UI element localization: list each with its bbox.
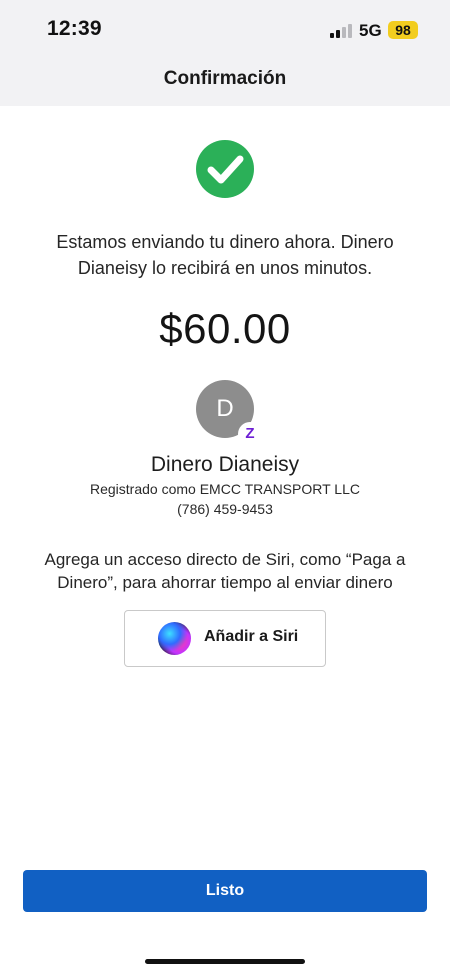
add-to-siri-button[interactable]: Añadir a Siri xyxy=(124,610,326,667)
cellular-signal-icon xyxy=(330,24,352,38)
zelle-icon: Z xyxy=(238,422,262,446)
confirmation-message: Estamos enviando tu dinero ahora. Dinero… xyxy=(56,232,394,278)
add-to-siri-label: Añadir a Siri xyxy=(204,628,299,645)
siri-prompt: Agrega un acceso directo de Siri, como “… xyxy=(44,550,406,592)
check-icon xyxy=(196,140,254,198)
home-indicator[interactable] xyxy=(145,959,305,964)
siri-icon xyxy=(158,622,191,655)
done-button[interactable]: Listo xyxy=(23,870,427,912)
recipient-registered-name: Registrado como EMCC TRANSPORT LLC xyxy=(90,481,360,497)
network-type: 5G xyxy=(359,21,382,40)
recipient-name: Dinero Dianeisy xyxy=(150,453,300,476)
recipient-phone: (786) 459-9453 xyxy=(177,501,273,517)
status-bar: 12:39 5G 98 xyxy=(0,0,450,58)
amount-sent: $60.00 xyxy=(159,305,291,352)
page-title: Confirmación xyxy=(163,68,287,89)
status-time: 12:39 xyxy=(47,17,102,40)
battery-icon: 98 xyxy=(388,21,418,39)
